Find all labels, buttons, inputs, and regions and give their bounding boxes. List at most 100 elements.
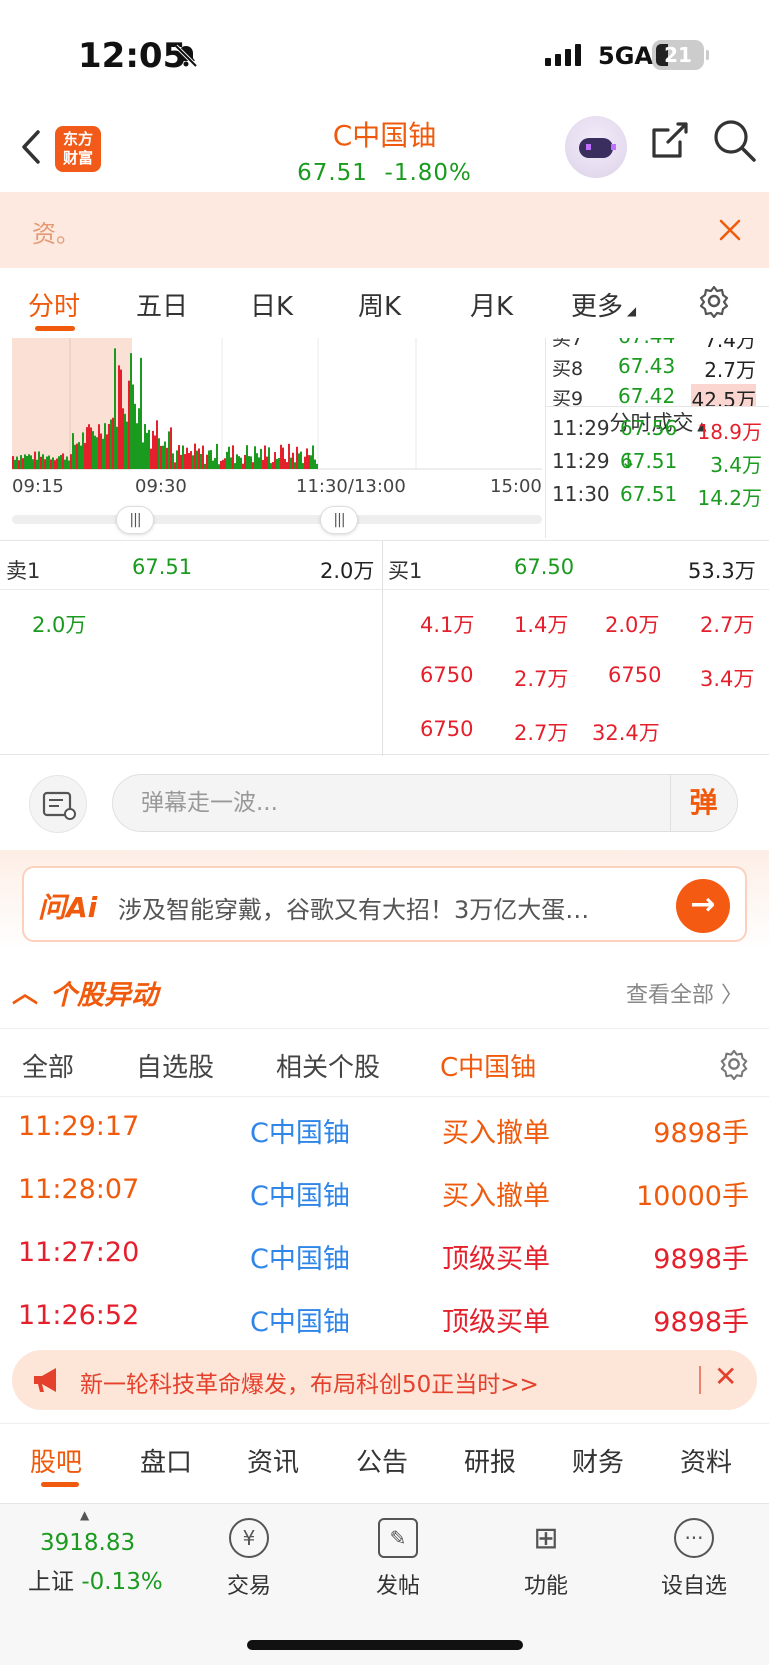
- tab-underline: [41, 1482, 79, 1487]
- volume-bar: [292, 452, 294, 469]
- nav-trade[interactable]: ¥ 交易: [204, 1518, 294, 1600]
- intraday-chart[interactable]: 09:15 09:30 11:30/13:00 15:00 ||| |||: [0, 338, 545, 538]
- movement-time: 11:26:52: [18, 1300, 140, 1331]
- tab-forum[interactable]: 股吧: [30, 1442, 82, 1479]
- buy1-volume: 53.3万: [688, 559, 756, 583]
- movement-type: 顶级买单: [442, 1307, 550, 1338]
- time-range-slider[interactable]: [12, 515, 542, 524]
- movement-time: 11:28:07: [18, 1174, 140, 1205]
- settings-icon[interactable]: [697, 284, 731, 318]
- movement-row[interactable]: 11:29:17 C中国铀 买入撤单 9898手: [0, 1101, 769, 1159]
- volume-bar: [210, 450, 212, 469]
- volume-bar: [176, 450, 178, 469]
- trade-price: 67.56: [620, 416, 678, 440]
- trade-volume: 3.4万: [710, 453, 762, 477]
- ai-assistant-avatar[interactable]: [565, 116, 627, 178]
- buy-order: 6750: [420, 663, 474, 687]
- volume-bar: [302, 463, 304, 469]
- tab-weekly-k[interactable]: 周K: [358, 286, 401, 323]
- tab-daily-k[interactable]: 日K: [250, 286, 293, 323]
- comment-input[interactable]: 弹幕走一波...: [112, 774, 738, 832]
- tab-profile[interactable]: 资料: [680, 1442, 732, 1479]
- movement-row[interactable]: 11:28:07 C中国铀 买入撤单 10000手: [0, 1164, 769, 1222]
- view-all-link[interactable]: 查看全部 〉: [626, 977, 743, 1009]
- bid-label: 买9: [552, 388, 584, 406]
- volume-bar: [222, 459, 224, 469]
- volume-bar: [196, 450, 198, 469]
- volume-bar: [192, 455, 194, 469]
- volume-bar: [236, 454, 238, 469]
- tab-quote[interactable]: 盘口: [140, 1442, 192, 1479]
- send-danmaku-button[interactable]: 弹: [670, 775, 736, 831]
- tab-intraday[interactable]: 分时: [28, 286, 80, 323]
- volume-bar: [268, 447, 270, 469]
- tab-announcements[interactable]: 公告: [356, 1442, 408, 1479]
- filter-all[interactable]: 全部: [22, 1047, 74, 1084]
- movement-row[interactable]: 11:26:52 C中国铀 顶级买单 9898手: [0, 1290, 769, 1348]
- index-name-change[interactable]: 上证 -0.13%: [28, 1562, 163, 1596]
- sell1-volume: 2.0万: [320, 559, 375, 583]
- index-name: 上证: [28, 1569, 74, 1595]
- filter-watchlist[interactable]: 自选股: [136, 1047, 214, 1084]
- filter-related[interactable]: 相关个股: [276, 1047, 380, 1084]
- volume-bar: [42, 454, 44, 469]
- status-bar: 12:05 5GA 21: [0, 0, 769, 110]
- stock-change: -1.80%: [384, 160, 472, 186]
- volume-bar: [28, 454, 30, 469]
- volume-bar: [60, 454, 62, 469]
- volume-bar: [120, 369, 122, 469]
- close-icon[interactable]: ✕: [714, 1360, 737, 1393]
- ai-question-card[interactable]: 问Ai 涉及智能穿戴，谷歌又有大招！3万亿大蛋… →: [22, 866, 747, 942]
- trade-volume: 14.2万: [697, 486, 762, 510]
- search-icon[interactable]: [712, 118, 758, 164]
- volume-bar: [58, 456, 60, 469]
- nav-functions[interactable]: ⊞ 功能: [501, 1518, 591, 1600]
- tab-news[interactable]: 资讯: [247, 1442, 299, 1479]
- volume-bar: [256, 453, 258, 469]
- tab-finance[interactable]: 财务: [572, 1442, 624, 1479]
- home-indicator[interactable]: [247, 1640, 523, 1650]
- comment-list-icon[interactable]: [29, 775, 87, 833]
- nav-add-watchlist[interactable]: ··· 设自选: [649, 1518, 739, 1600]
- volume-bar: [36, 459, 38, 469]
- share-icon[interactable]: [648, 118, 692, 162]
- volume-bar: [124, 413, 126, 469]
- slider-handle-left[interactable]: |||: [116, 506, 154, 534]
- volume-bar: [224, 458, 226, 469]
- volume-bar: [180, 454, 182, 469]
- movement-stock: C中国铀: [250, 1118, 350, 1149]
- tab-underline: [35, 326, 75, 331]
- volume-bar: [316, 463, 318, 469]
- volume-bar: [164, 441, 166, 469]
- filter-current-stock[interactable]: C中国铀: [440, 1047, 536, 1084]
- slider-handle-right[interactable]: |||: [320, 506, 358, 534]
- nav-post[interactable]: ✎ 发帖: [353, 1518, 443, 1600]
- movement-time: 11:29:17: [18, 1111, 140, 1142]
- bell-muted-icon: [174, 44, 198, 68]
- filter-settings-icon[interactable]: [718, 1048, 750, 1080]
- volume-bar: [116, 426, 118, 469]
- movement-time: 11:27:20: [18, 1237, 140, 1268]
- chevron-up-icon[interactable]: ︿: [12, 973, 38, 1010]
- volume-bar: [70, 454, 72, 469]
- movement-qty: 9898手: [653, 1307, 749, 1338]
- tab-monthly-k[interactable]: 月K: [470, 286, 513, 323]
- yen-icon: ¥: [229, 1518, 269, 1558]
- volume-bar: [62, 453, 64, 469]
- movement-row[interactable]: 11:27:20 C中国铀 顶级买单 9898手: [0, 1227, 769, 1285]
- volume-bar: [92, 431, 94, 469]
- promo-banner[interactable]: 新一轮科技革命爆发，布局科创50正当时>> ✕: [12, 1350, 757, 1410]
- tab-five-day[interactable]: 五日: [136, 286, 188, 323]
- tab-research[interactable]: 研报: [464, 1442, 516, 1479]
- volume-bar: [234, 463, 236, 469]
- volume-bar: [118, 365, 120, 469]
- volume-bar: [34, 451, 36, 469]
- buy1-price: 67.50: [514, 555, 575, 579]
- down-arrow-icon: ↓: [620, 449, 637, 473]
- volume-bar: [182, 445, 184, 469]
- arrow-right-icon[interactable]: →: [676, 879, 730, 933]
- volume-bar: [178, 445, 180, 469]
- tab-more[interactable]: 更多 ◢: [571, 286, 636, 323]
- index-value[interactable]: 3918.83: [40, 1530, 135, 1556]
- close-icon[interactable]: [718, 218, 742, 242]
